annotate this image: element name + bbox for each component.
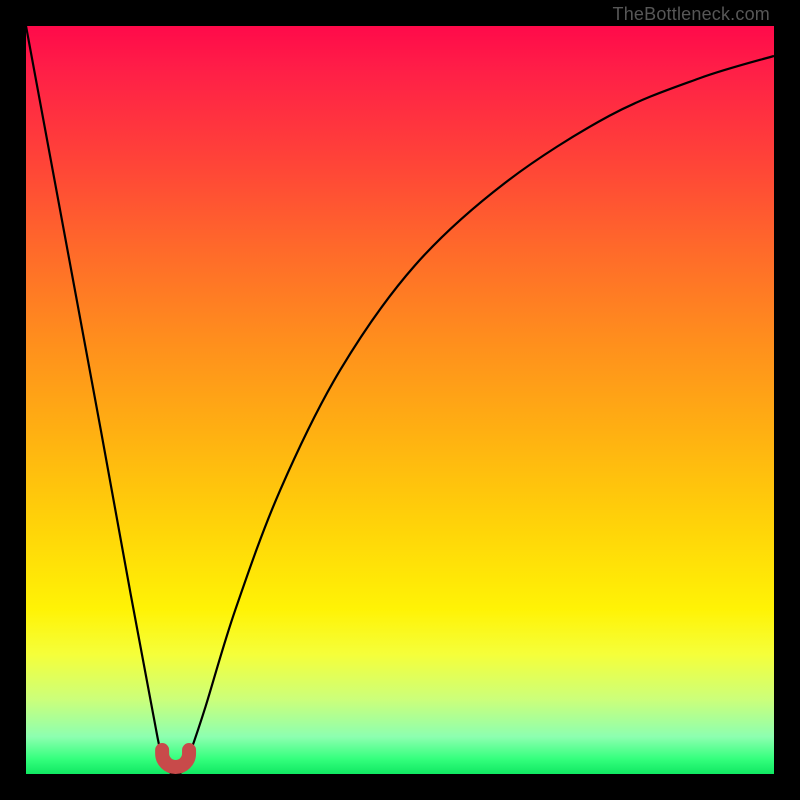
plot-area xyxy=(26,26,774,774)
attribution-label: TheBottleneck.com xyxy=(613,4,770,25)
gradient-background xyxy=(26,26,774,774)
